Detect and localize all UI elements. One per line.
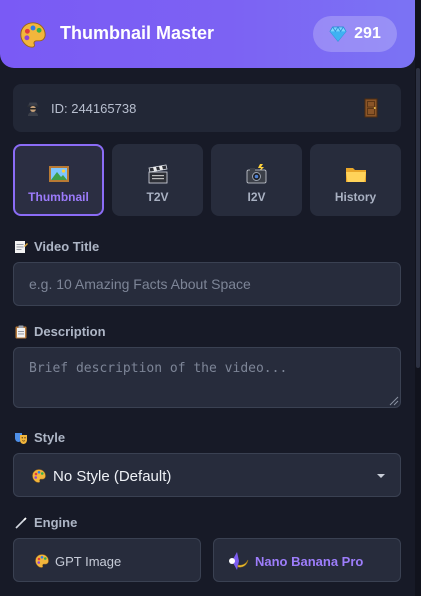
resize-handle-icon[interactable] — [389, 396, 399, 406]
artist-palette-icon — [32, 469, 46, 483]
banana-icon — [229, 552, 249, 570]
description-label: Description — [14, 324, 106, 339]
engine-label: Engine — [14, 515, 77, 530]
gem-icon — [329, 26, 347, 42]
credits-count: 291 — [354, 25, 381, 42]
tab-label: History — [334, 190, 377, 204]
scrollbar-thumb[interactable] — [416, 68, 420, 368]
description-textarea[interactable] — [13, 347, 401, 408]
clipboard-icon — [15, 325, 27, 338]
memo-icon — [15, 240, 28, 253]
engine-label-text: Nano Banana Pro — [255, 554, 364, 569]
style-select-value: No Style (Default) — [53, 468, 172, 485]
app-title: Thumbnail Master — [60, 23, 215, 43]
camera-flash-icon — [246, 164, 266, 184]
detective-icon — [27, 102, 39, 116]
theater-masks-icon — [15, 432, 27, 444]
magic-wand-icon — [15, 516, 27, 529]
artist-palette-icon — [35, 554, 49, 568]
engine-label-text: GPT Image — [55, 554, 122, 569]
tab-t2v[interactable]: T2V — [112, 144, 203, 216]
tab-label: I2V — [247, 190, 266, 204]
credits-badge[interactable]: 291 — [313, 16, 397, 52]
scrollbar[interactable] — [415, 0, 421, 596]
account-id: ID: 244165738 — [51, 101, 137, 116]
tab-i2v[interactable]: I2V — [211, 144, 302, 216]
folder-icon — [345, 168, 366, 182]
account-id-card: ID: 244165738 — [13, 84, 401, 132]
tab-label: T2V — [146, 190, 169, 204]
artist-palette-icon — [20, 22, 46, 48]
app-header: Thumbnail Master 291 — [0, 0, 415, 68]
style-select[interactable]: No Style (Default) — [13, 453, 401, 497]
tab-history[interactable]: History — [310, 144, 401, 216]
video-title-input[interactable] — [13, 262, 401, 306]
engine-nano-banana-pro-button[interactable]: Nano Banana Pro — [213, 538, 401, 582]
engine-gpt-image-button[interactable]: GPT Image — [13, 538, 201, 582]
door-icon[interactable] — [363, 98, 379, 118]
chevron-down-icon — [377, 474, 385, 478]
framed-picture-icon — [48, 166, 69, 182]
video-title-label: Video Title — [14, 239, 99, 254]
style-label: Style — [14, 430, 65, 445]
tab-thumbnail[interactable]: Thumbnail — [13, 144, 104, 216]
clapper-board-icon — [148, 164, 167, 184]
tab-label: Thumbnail — [28, 190, 89, 204]
app-root: Thumbnail Master 291 ID: 244165738 Thumb… — [0, 0, 421, 596]
